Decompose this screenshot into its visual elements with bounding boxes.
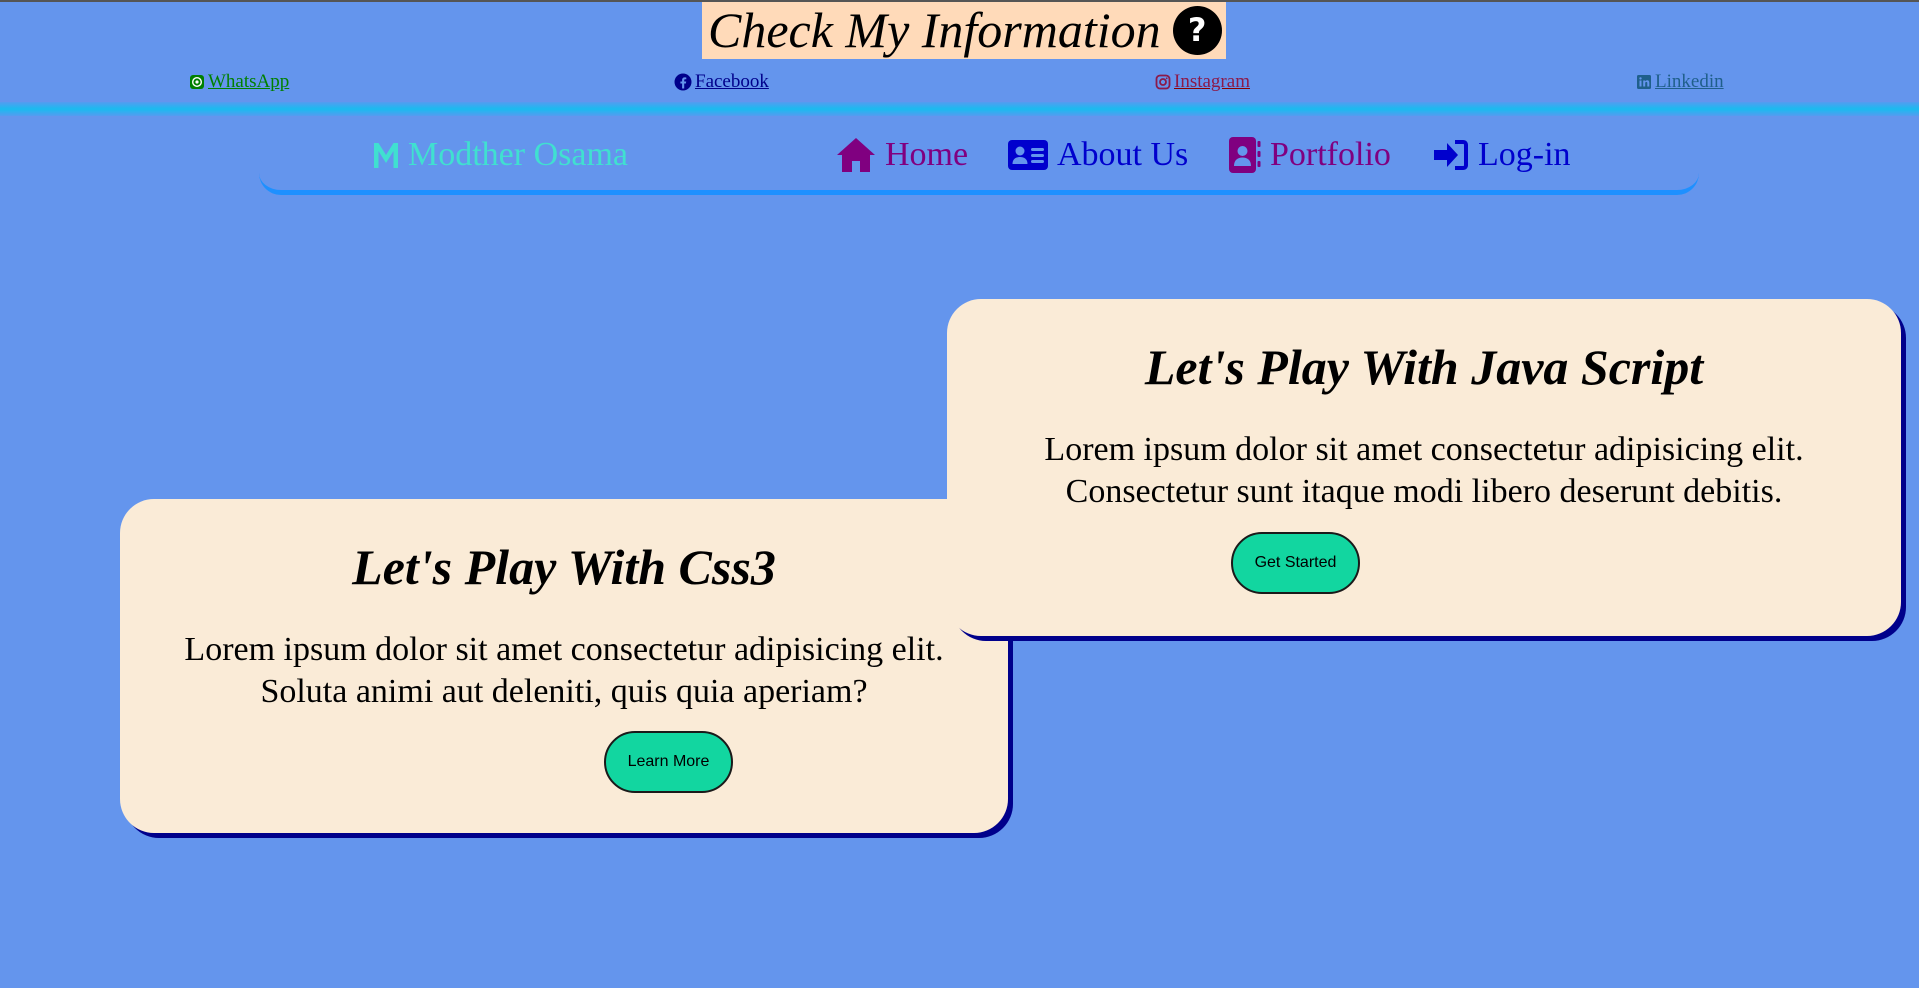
contact-book-icon	[1229, 137, 1261, 173]
address-card-icon	[1008, 140, 1048, 170]
facebook-icon	[674, 73, 692, 91]
nav-about-label: About Us	[1057, 136, 1189, 173]
css3-card: Let's Play With Css3 Lorem ipsum dolor s…	[120, 499, 1008, 833]
whatsapp-label: WhatsApp	[208, 71, 290, 92]
css3-card-line1: Lorem ipsum dolor sit amet consectetur a…	[184, 631, 944, 668]
brand-name: Modther Osama	[408, 136, 629, 173]
sign-in-icon	[1434, 140, 1468, 170]
linkedin-icon	[1637, 75, 1651, 89]
learn-more-button[interactable]: Learn More	[604, 731, 733, 793]
info-title: Check My Information ?	[702, 2, 1226, 59]
instagram-link[interactable]: Instagram	[1155, 71, 1250, 93]
nav-log-in[interactable]: Log-in	[1433, 136, 1571, 174]
navbar: Modther Osama Home About Us Portfolio Lo…	[259, 116, 1699, 195]
css3-card-title: Let's Play With Css3	[352, 539, 776, 595]
get-started-button[interactable]: Get Started	[1231, 532, 1360, 594]
javascript-card-title: Let's Play With Java Script	[1144, 339, 1704, 395]
linkedin-link[interactable]: Linkedin	[1636, 71, 1724, 93]
nav-home[interactable]: Home	[836, 136, 968, 174]
nav-portfolio[interactable]: Portfolio	[1229, 136, 1391, 174]
nav-about-us[interactable]: About Us	[1008, 136, 1188, 174]
facebook-label: Facebook	[695, 71, 769, 92]
facebook-link[interactable]: Facebook	[674, 71, 769, 93]
header-divider	[0, 102, 1919, 116]
info-title-text: Check My Information	[708, 2, 1161, 58]
instagram-label: Instagram	[1174, 71, 1250, 92]
whatsapp-icon	[190, 75, 204, 89]
brand-link[interactable]: Modther Osama	[371, 136, 628, 174]
instagram-icon	[1155, 74, 1171, 90]
whatsapp-link[interactable]: WhatsApp	[189, 71, 289, 93]
nav-home-label: Home	[885, 136, 969, 173]
css3-card-text: Lorem ipsum dolor sit amet consectetur a…	[120, 629, 1008, 713]
css3-card-line2: Soluta animi aut deleniti, quis quia ape…	[260, 673, 868, 710]
m-logo-icon	[374, 143, 398, 168]
javascript-card-line2: Consectetur sunt itaque modi libero dese…	[1065, 473, 1783, 510]
javascript-card: Let's Play With Java Script Lorem ipsum …	[947, 299, 1901, 636]
house-icon	[837, 138, 875, 172]
javascript-card-text: Lorem ipsum dolor sit amet consectetur a…	[947, 429, 1901, 513]
question-circle-icon[interactable]: ?	[1172, 6, 1222, 55]
linkedin-label: Linkedin	[1655, 71, 1724, 92]
nav-portfolio-label: Portfolio	[1270, 136, 1391, 173]
javascript-card-line1: Lorem ipsum dolor sit amet consectetur a…	[1044, 431, 1804, 468]
nav-login-label: Log-in	[1478, 136, 1571, 173]
